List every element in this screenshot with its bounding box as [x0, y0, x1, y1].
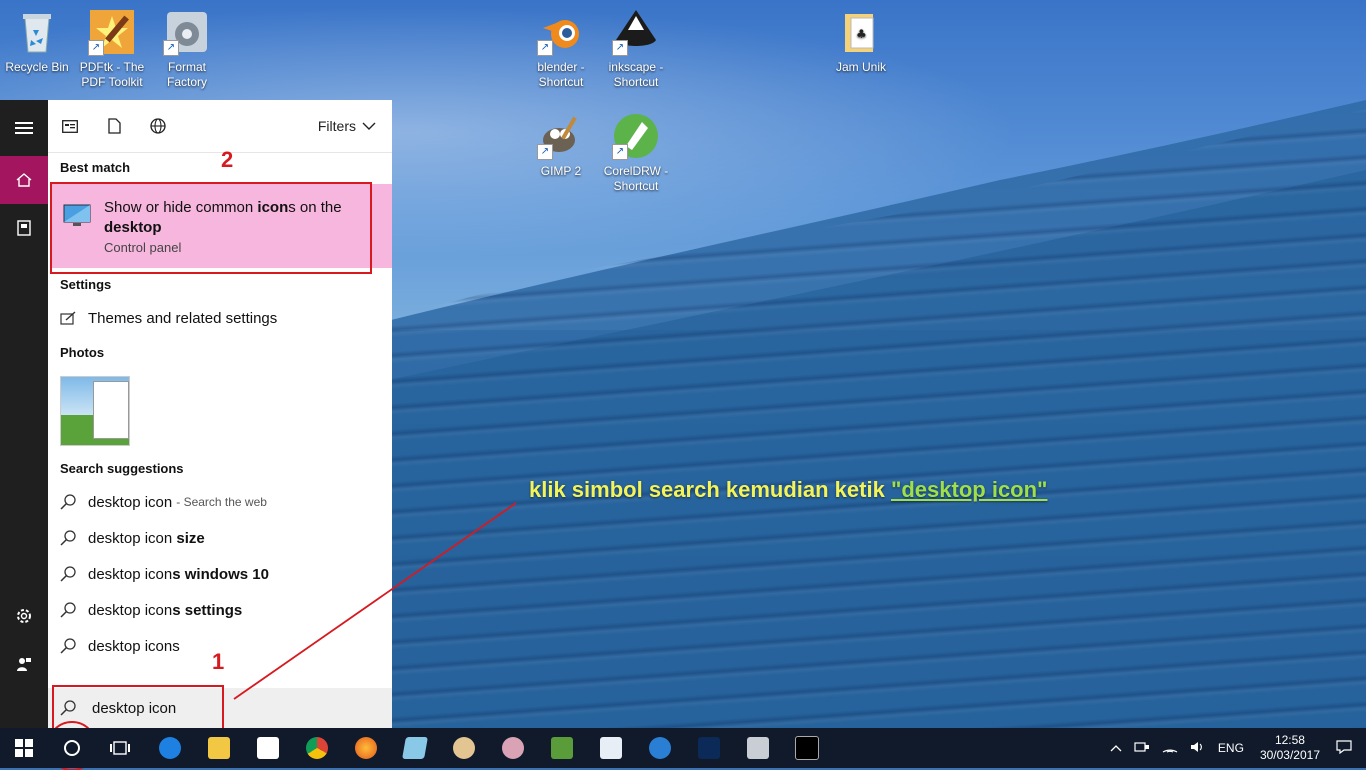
paint-icon[interactable]	[440, 728, 488, 768]
app-icon[interactable]	[391, 728, 439, 768]
caption-highlight: "desktop icon"	[890, 477, 1048, 502]
task-view-button[interactable]	[96, 728, 144, 768]
app-doc-icon[interactable]	[587, 728, 635, 768]
wifi-icon[interactable]	[1162, 741, 1178, 756]
annotation-pointer-line	[233, 502, 517, 700]
firefox-icon-shape	[355, 737, 377, 759]
paint-alt-icon[interactable]	[489, 728, 537, 768]
app-icon-shape	[402, 737, 428, 759]
chevron-up-icon[interactable]	[1110, 741, 1122, 755]
windows-logo-icon	[15, 739, 33, 757]
file-explorer-icon-shape	[208, 737, 230, 759]
app-blue-icon-shape	[649, 737, 671, 759]
language-indicator[interactable]: ENG	[1218, 741, 1244, 755]
start-button[interactable]	[0, 728, 48, 768]
instruction-caption: klik simbol search kemudian ketik "deskt…	[529, 477, 1047, 503]
chrome-icon-shape	[306, 737, 328, 759]
app-gray-icon[interactable]	[734, 728, 782, 768]
firefox-icon[interactable]	[342, 728, 390, 768]
edge-icon-shape	[159, 737, 181, 759]
chrome-icon[interactable]	[293, 728, 341, 768]
file-explorer-icon[interactable]	[195, 728, 243, 768]
paint-icon-shape	[453, 737, 475, 759]
caption-text: klik simbol search kemudian ketik	[529, 477, 891, 502]
action-center-icon[interactable]	[1336, 739, 1352, 757]
store-icon[interactable]	[244, 728, 292, 768]
taskbar: ENG 12:58 30/03/2017	[0, 728, 1366, 768]
cmd-icon[interactable]	[783, 728, 831, 768]
edge-icon[interactable]	[146, 728, 194, 768]
task-view-icon	[110, 741, 130, 755]
system-tray: ENG 12:58 30/03/2017	[1104, 728, 1366, 768]
photoshop-icon[interactable]	[685, 728, 733, 768]
clock[interactable]: 12:58 30/03/2017	[1260, 733, 1320, 763]
app-green-icon-shape	[551, 737, 573, 759]
cmd-icon-shape	[795, 736, 819, 760]
photoshop-icon-shape	[698, 737, 720, 759]
app-green-icon[interactable]	[538, 728, 586, 768]
cortana-circle-icon	[64, 740, 80, 756]
paint-alt-icon-shape	[502, 737, 524, 759]
volume-icon[interactable]	[1190, 741, 1206, 756]
clock-time: 12:58	[1274, 733, 1305, 747]
app-doc-icon-shape	[600, 737, 622, 759]
app-blue-icon[interactable]	[636, 728, 684, 768]
store-icon-shape	[257, 737, 279, 759]
cortana-search-button[interactable]	[48, 728, 96, 768]
network-adapter-icon[interactable]	[1134, 741, 1150, 756]
clock-date: 30/03/2017	[1259, 748, 1320, 762]
app-gray-icon-shape	[747, 737, 769, 759]
